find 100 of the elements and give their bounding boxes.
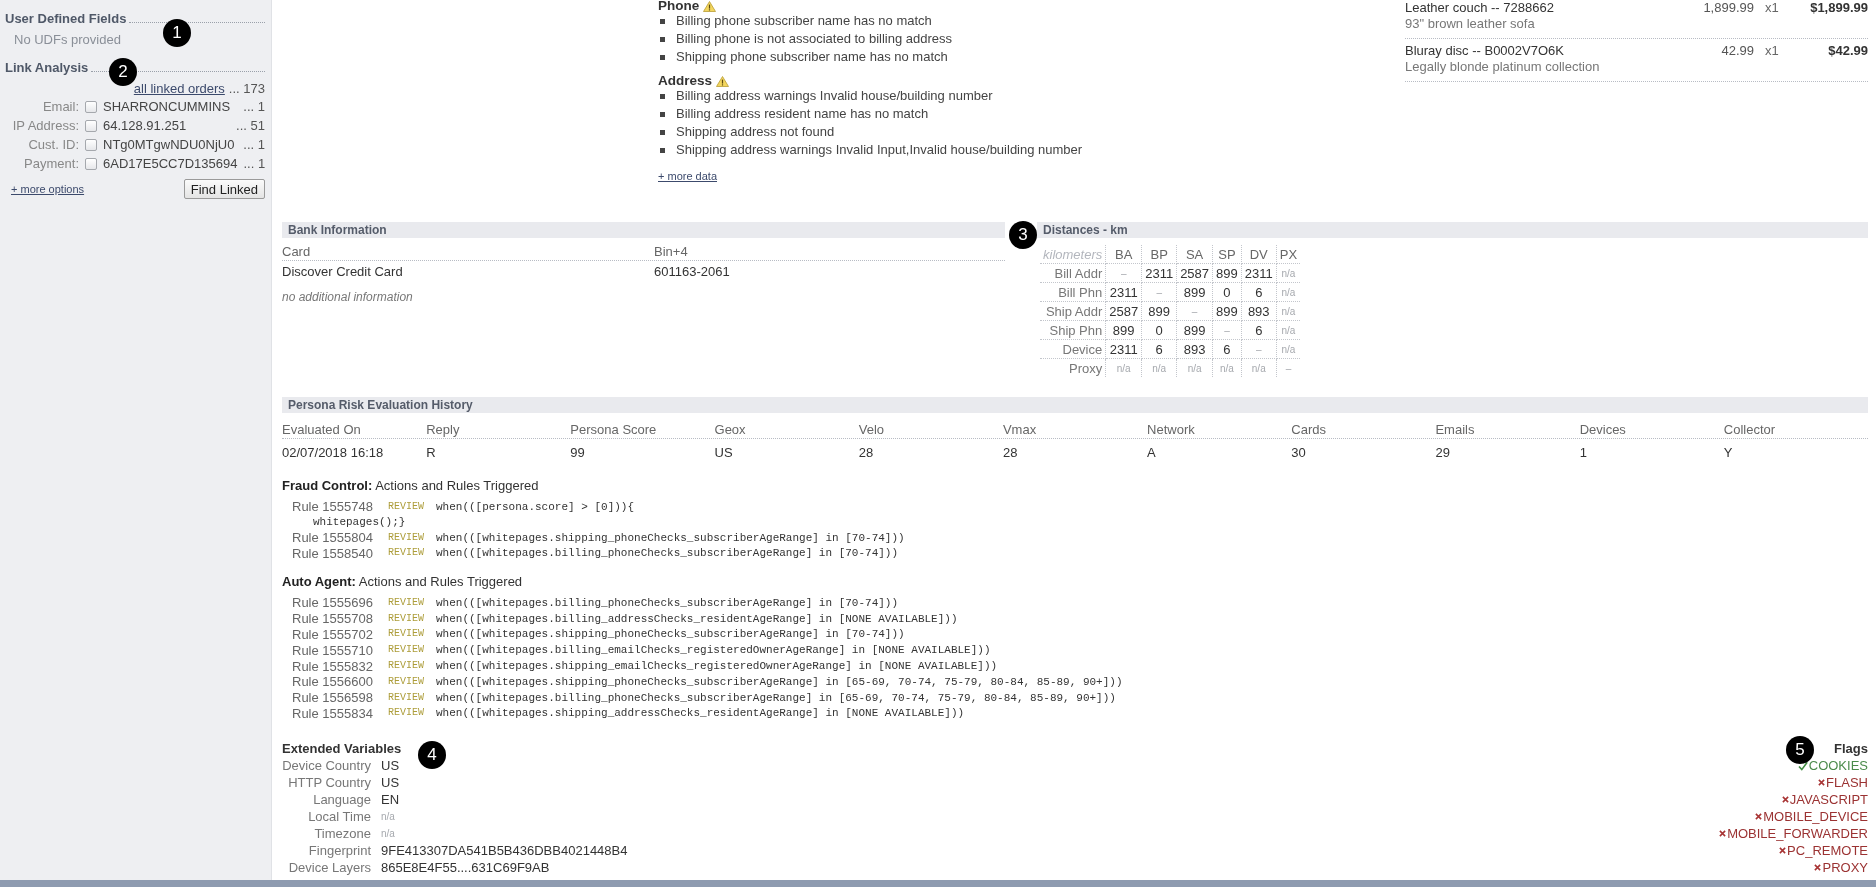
variable-label: Language (312, 792, 371, 808)
bullet-icon (660, 147, 665, 153)
field-value: 6AD17E5CC7D135694 (103, 156, 238, 171)
column-header: BA (1105, 245, 1142, 264)
rule-id: Rule 1555702 (292, 627, 374, 642)
column-header: BP (1141, 245, 1177, 264)
check-message: Shipping phone subscriber name has no match (676, 48, 948, 66)
bullet-icon (660, 18, 665, 24)
column-header: Collector (1723, 422, 1777, 438)
field-value: SHARRONCUMMINS (103, 99, 232, 114)
table-cell-text: 99 (570, 445, 586, 461)
variable-label: Local Time (307, 809, 371, 825)
table-cell-text: 29 (1435, 445, 1451, 461)
unit-label: kilometers (1040, 245, 1106, 264)
section-title: Link Analysis (5, 60, 89, 76)
table-cell-text: 28 (858, 445, 875, 461)
rule-action: REVIEW (388, 546, 425, 561)
column-header: SA (1176, 245, 1213, 264)
item-description: 93" brown leather sofa (1405, 16, 1536, 32)
rule-id: Rule 1555834 (292, 705, 374, 721)
column-header: Velo (858, 422, 886, 438)
rule-code: when(([whitepages.billing_phoneChecks_subscriberAgeRange] in [70-74])) (436, 546, 899, 561)
more-data-link[interactable]: + more data (658, 169, 717, 183)
rule-code: when(([whitepages.shipping_addressChecks_residentAgeRange] in [NONE AVAILABLE])) (436, 706, 965, 721)
column-header: Cards (1291, 422, 1327, 438)
more-options-link[interactable]: + more options (11, 183, 85, 195)
rule-id: Rule 1555748 (292, 499, 374, 515)
distance-cell: n/a (1176, 358, 1213, 377)
bullet-icon (660, 36, 665, 42)
rules-heading: Fraud Control: Actions and Rules Triggered (282, 478, 539, 494)
rule-action: REVIEW (388, 674, 425, 689)
rule-code: whitepages();} (313, 515, 406, 530)
variable-value: n/a (381, 811, 395, 823)
variable-label: Device Layers (287, 860, 371, 876)
distance-cell: 899 (1176, 282, 1213, 302)
rules-heading: Auto Agent: Actions and Rules Triggered (282, 574, 523, 590)
rule-action: REVIEW (388, 706, 425, 721)
distance-cell: 2587 (1105, 301, 1142, 321)
checkbox[interactable] (85, 119, 97, 132)
row-header: Bill Phn (1040, 282, 1106, 302)
table-cell-text: 601163-2061 (654, 264, 731, 280)
distance-cell: 899 (1212, 263, 1242, 283)
rule-code: when(([whitepages.shipping_phoneChecks_subscriberAgeRange] in [70-74])) (436, 530, 905, 545)
rule-id: Rule 1555804 (292, 530, 374, 546)
rule-id: Rule 1556598 (292, 690, 374, 706)
distance-cell: 2311 (1105, 339, 1142, 359)
distance-cell: 899 (1212, 301, 1242, 321)
item-name: Bluray disc -- B0002V7O6K (1405, 43, 1565, 59)
distance-cell: 6 (1141, 339, 1177, 359)
distance-cell: – (1212, 320, 1242, 340)
field-label: Payment: (23, 156, 79, 171)
link-count: ... 51 (236, 118, 265, 133)
distance-cell: n/a (1276, 339, 1301, 359)
section-title: Persona Risk Evaluation History (288, 398, 473, 412)
section-title: User Defined Fields (5, 11, 127, 27)
distance-cell: 893 (1176, 339, 1213, 359)
variable-label: Timezone (313, 826, 371, 842)
check-message: Billing phone subscriber name has no match (676, 12, 932, 30)
checkbox[interactable] (85, 138, 97, 151)
variable-value: n/a (381, 828, 395, 840)
distance-cell: n/a (1276, 282, 1301, 302)
flag-name: FLASH (1826, 775, 1868, 791)
column-header: Card (282, 244, 312, 260)
column-header: Reply (426, 422, 461, 438)
distance-cell: 0 (1141, 320, 1177, 340)
line-total: $42.99 (1827, 43, 1868, 59)
column-header: Bin+4 (654, 244, 689, 260)
check-message: Shipping address not found (676, 123, 835, 141)
distance-cell: 2587 (1176, 263, 1213, 283)
rule-code: when(([whitepages.shipping_emailChecks_registeredOwnerAgeRange] in [NONE AVAILABLE])) (436, 659, 998, 674)
rule-code: when(([whitepages.billing_phoneChecks_subscriberAgeRange] in [70-74])) (436, 595, 899, 610)
checkbox[interactable] (85, 100, 97, 113)
rule-action: REVIEW (388, 690, 425, 705)
rule-action: REVIEW (388, 611, 425, 626)
column-header: Vmax (1002, 422, 1038, 438)
table-cell-text: A (1147, 445, 1157, 461)
distance-cell: – (1276, 358, 1301, 377)
flag-name: PROXY (1822, 860, 1868, 876)
unit-price: 42.99 (1721, 43, 1754, 59)
rule-id: Rule 1555696 (292, 595, 374, 611)
column-header: Devices (1579, 422, 1627, 438)
column-header: Network (1147, 422, 1196, 438)
row-header: Ship Phn (1040, 320, 1106, 340)
row-header: Device (1040, 339, 1106, 359)
variable-value: US (381, 758, 400, 774)
find-linked-button[interactable]: Find Linked (183, 179, 265, 199)
rule-action: REVIEW (388, 499, 425, 514)
checkbox[interactable] (85, 157, 97, 170)
variable-value: 9FE413307DA541B5B436DBB4021448B4 (381, 843, 628, 859)
column-header: Emails (1435, 422, 1476, 438)
empty-message: No UDFs provided (13, 32, 121, 48)
distance-cell: n/a (1141, 358, 1177, 377)
distance-cell: 2311 (1105, 282, 1142, 302)
callout-marker: 3 (1009, 221, 1037, 249)
distance-cell: 6 (1212, 339, 1242, 359)
field-label: Cust. ID: (27, 137, 79, 152)
column-header: PX (1276, 245, 1301, 264)
row-header: Proxy (1040, 358, 1106, 377)
distance-cell: 893 (1241, 301, 1277, 321)
row-header: Bill Addr (1040, 263, 1106, 283)
